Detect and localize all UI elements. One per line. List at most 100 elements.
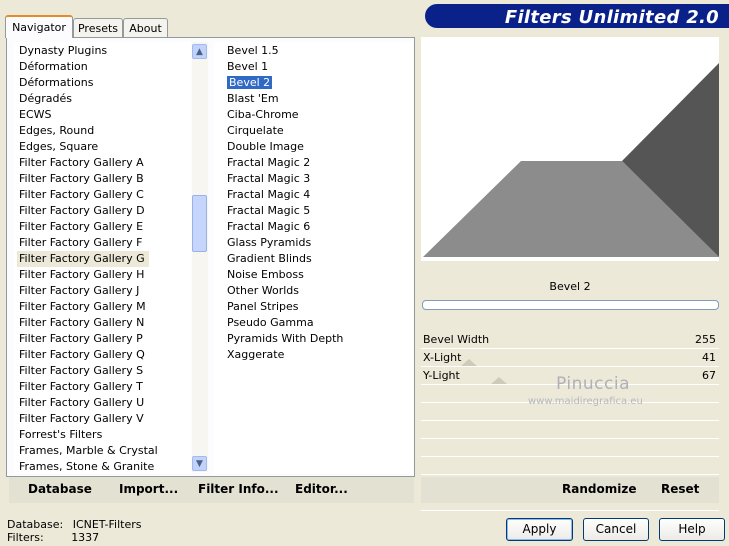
category-item[interactable]: Filter Factory Gallery U <box>17 395 158 411</box>
category-item[interactable]: Dégradés <box>17 91 158 107</box>
category-item[interactable]: Filter Factory Gallery V <box>17 411 158 427</box>
editor-button[interactable]: Editor... <box>295 482 348 496</box>
param-value: 255 <box>695 333 716 346</box>
filter-item-label: Bevel 1.5 <box>227 44 279 57</box>
filters-label: Filters: <box>7 531 44 544</box>
chevron-up-icon: ▲ <box>196 46 203 57</box>
filter-item[interactable]: Fractal Magic 4 <box>225 187 343 203</box>
category-item[interactable]: Déformation <box>17 59 158 75</box>
filters-status: Filters: 1337 <box>7 531 99 544</box>
filter-item-label: Xaggerate <box>227 348 285 361</box>
category-item-label: Déformation <box>19 60 88 73</box>
param-row-bevel-width[interactable]: Bevel Width 255 <box>421 331 719 349</box>
filter-item[interactable]: Fractal Magic 2 <box>225 155 343 171</box>
cancel-button[interactable]: Cancel <box>583 518 649 541</box>
filter-list-box: Bevel 1.5 Bevel 1 Bevel 2 Blast 'Em Ciba-Chr… <box>214 42 413 474</box>
filter-item[interactable]: Bevel 1 <box>225 59 343 75</box>
category-item[interactable]: Déformations <box>17 75 158 91</box>
slider-thumb[interactable] <box>491 377 507 384</box>
filter-item[interactable]: Blast 'Em <box>225 91 343 107</box>
category-item-label: Forrest's Filters <box>19 428 103 441</box>
reset-button[interactable]: Reset <box>661 482 699 496</box>
category-item[interactable]: Edges, Round <box>17 123 158 139</box>
category-item-label: Filter Factory Gallery Q <box>19 348 145 361</box>
filter-info-button[interactable]: Filter Info... <box>198 482 279 496</box>
database-status: Database: ICNET-Filters <box>7 518 141 531</box>
param-row-x-light[interactable]: X-Light 41 <box>421 349 719 367</box>
category-item[interactable]: Edges, Square <box>17 139 158 155</box>
category-item[interactable]: Filter Factory Gallery E <box>17 219 158 235</box>
tab-about[interactable]: About <box>123 18 168 37</box>
filters-count: 1337 <box>71 531 100 544</box>
filter-item[interactable]: Xaggerate <box>225 347 343 363</box>
filter-item[interactable]: Pyramids With Depth <box>225 331 343 347</box>
app-title: Filters Unlimited 2.0 <box>504 7 719 28</box>
category-item[interactable]: Filter Factory Gallery D <box>17 203 158 219</box>
filter-item[interactable]: Bevel 2 <box>225 75 343 91</box>
filter-item[interactable]: Fractal Magic 6 <box>225 219 343 235</box>
filter-item[interactable]: Double Image <box>225 139 343 155</box>
param-value: 41 <box>702 351 716 364</box>
category-scrollbar[interactable]: ▲ ▼ <box>192 42 208 472</box>
category-item[interactable]: Filter Factory Gallery N <box>17 315 158 331</box>
help-button[interactable]: Help <box>659 518 725 541</box>
apply-button[interactable]: Apply <box>506 518 573 541</box>
category-item[interactable]: Filter Factory Gallery A <box>17 155 158 171</box>
category-item[interactable]: ECWS <box>17 107 158 123</box>
filter-list[interactable]: Bevel 1.5 Bevel 1 Bevel 2 Blast 'Em Ciba-Chr… <box>225 43 343 363</box>
filter-item[interactable]: Gradient Blinds <box>225 251 343 267</box>
category-item[interactable]: Filter Factory Gallery S <box>17 363 158 379</box>
category-item[interactable]: Forrest's Filters <box>17 427 158 443</box>
category-item-label: Déformations <box>19 76 94 89</box>
filter-item-label: Noise Emboss <box>227 268 304 281</box>
import-button[interactable]: Import... <box>119 482 178 496</box>
category-item[interactable]: Filter Factory Gallery H <box>17 267 158 283</box>
filter-item[interactable]: Bevel 1.5 <box>225 43 343 59</box>
category-item[interactable]: Frames, Marble & Crystal <box>17 443 158 459</box>
category-item[interactable]: Dynasty Plugins <box>17 43 158 59</box>
category-item[interactable]: Filter Factory Gallery Q <box>17 347 158 363</box>
filter-item[interactable]: Cirquelate <box>225 123 343 139</box>
filter-item-label: Glass Pyramids <box>227 236 312 249</box>
category-item-label: Filter Factory Gallery B <box>19 172 144 185</box>
category-list[interactable]: Dynasty Plugins Déformation Déformations Dé… <box>17 43 158 474</box>
category-item[interactable]: Filter Factory Gallery B <box>17 171 158 187</box>
tab-presets[interactable]: Presets <box>73 18 123 37</box>
filter-item-label: Fractal Magic 5 <box>227 204 311 217</box>
tab-navigator[interactable]: Navigator <box>5 15 73 38</box>
database-label: Database: <box>7 518 64 531</box>
filter-item-label: Fractal Magic 3 <box>227 172 311 185</box>
filter-item[interactable]: Pseudo Gamma <box>225 315 343 331</box>
category-item-label: Filter Factory Gallery F <box>19 236 143 249</box>
category-item[interactable]: Filter Factory Gallery T <box>17 379 158 395</box>
category-item[interactable]: Filter Factory Gallery M <box>17 299 158 315</box>
param-label: Bevel Width <box>423 333 490 346</box>
filter-item-label: Gradient Blinds <box>227 252 312 265</box>
category-item-label: Filter Factory Gallery U <box>19 396 145 409</box>
category-item-label: ECWS <box>19 108 52 121</box>
category-item-label: Filter Factory Gallery G <box>19 252 145 265</box>
filter-item[interactable]: Panel Stripes <box>225 299 343 315</box>
filter-item[interactable]: Fractal Magic 3 <box>225 171 343 187</box>
category-item[interactable]: Filter Factory Gallery P <box>17 331 158 347</box>
scroll-down-button[interactable]: ▼ <box>192 456 207 471</box>
chevron-down-icon: ▼ <box>196 458 203 469</box>
scroll-thumb[interactable] <box>192 195 207 252</box>
scroll-up-button[interactable]: ▲ <box>192 44 207 59</box>
slider-thumb[interactable] <box>461 359 477 366</box>
database-button[interactable]: Database <box>28 482 92 496</box>
category-item-label: Filter Factory Gallery T <box>19 380 143 393</box>
filter-item[interactable]: Noise Emboss <box>225 267 343 283</box>
selected-filter-name: Bevel 2 <box>549 280 591 293</box>
filter-item[interactable]: Ciba-Chrome <box>225 107 343 123</box>
filter-item[interactable]: Glass Pyramids <box>225 235 343 251</box>
filter-item[interactable]: Fractal Magic 5 <box>225 203 343 219</box>
category-item[interactable]: Frames, Stone & Granite <box>17 459 158 474</box>
database-value: ICNET-Filters <box>72 518 142 531</box>
filter-item[interactable]: Other Worlds <box>225 283 343 299</box>
category-item[interactable]: Filter Factory Gallery C <box>17 187 158 203</box>
category-item[interactable]: Filter Factory Gallery G <box>17 251 149 267</box>
randomize-button[interactable]: Randomize <box>562 482 636 496</box>
category-item[interactable]: Filter Factory Gallery J <box>17 283 158 299</box>
category-item[interactable]: Filter Factory Gallery F <box>17 235 158 251</box>
